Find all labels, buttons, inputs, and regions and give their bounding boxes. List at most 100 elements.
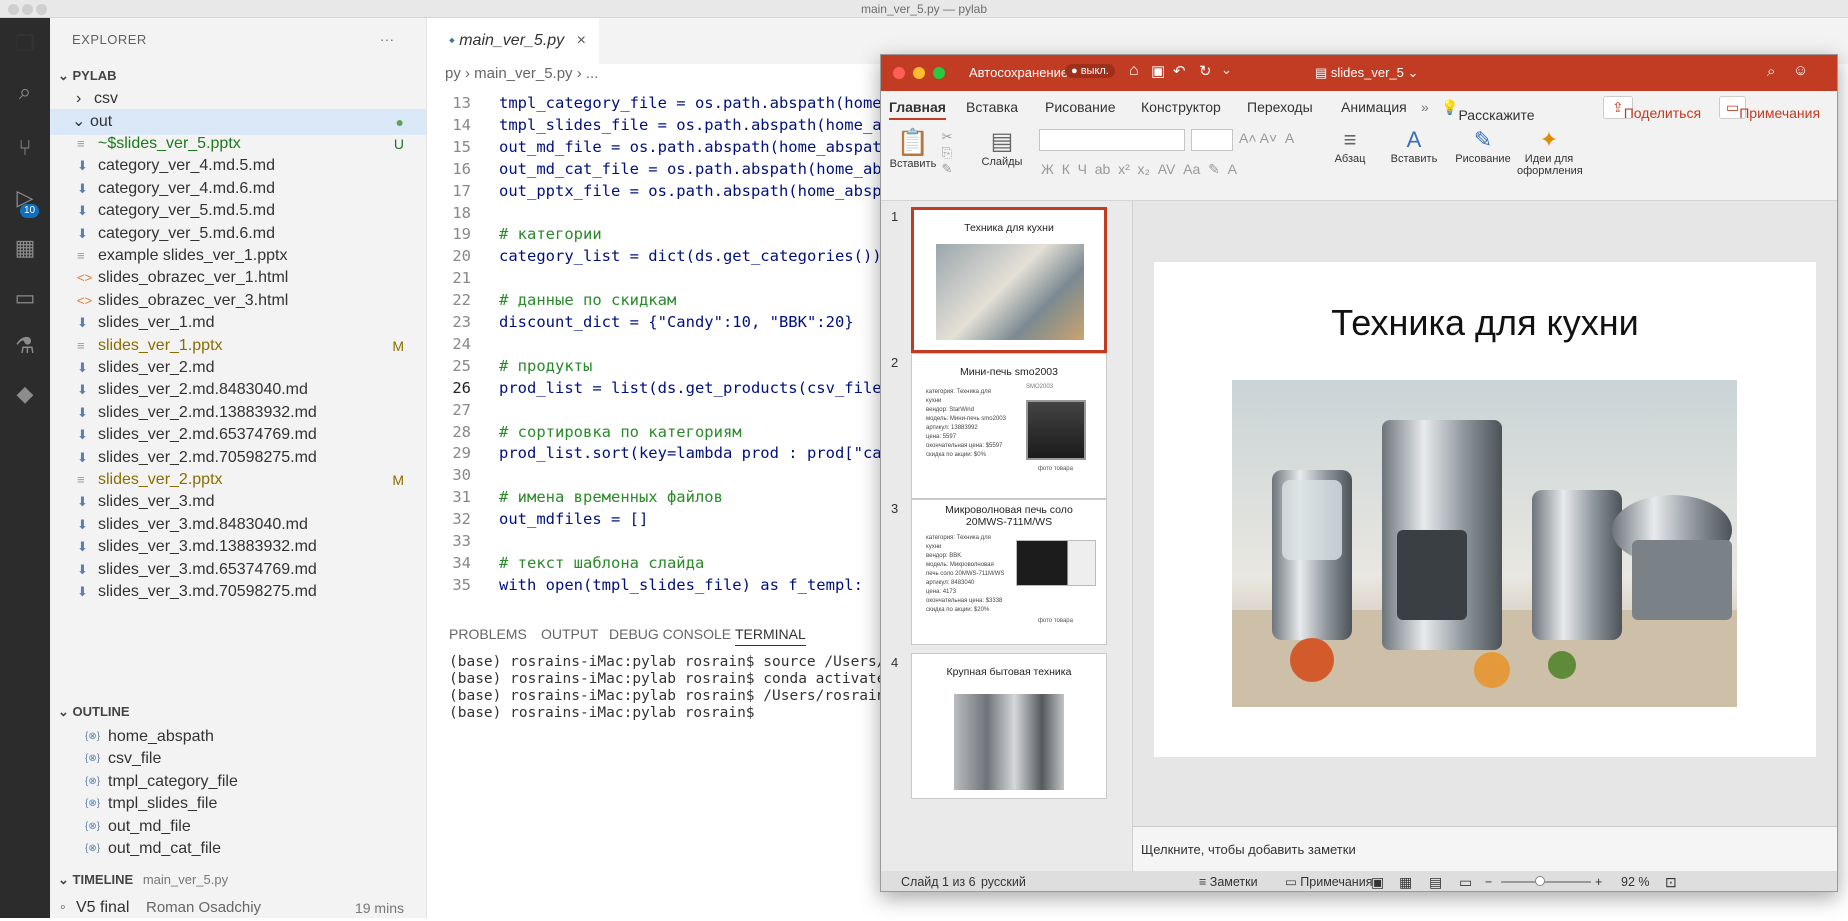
- code-line: 25 # продукты: [427, 355, 592, 377]
- zoom-slider-thumb[interactable]: [1535, 876, 1545, 886]
- slides-button[interactable]: ▤ Слайды: [977, 127, 1027, 168]
- line-number: 16: [452, 159, 471, 178]
- files-icon[interactable]: ❐: [5, 24, 45, 64]
- paste-button[interactable]: 📋 Вставить: [889, 127, 937, 170]
- notes-pane[interactable]: Щелкните, чтобы добавить заметки: [1133, 826, 1837, 871]
- normal-view-icon[interactable]: ▣: [1371, 871, 1384, 891]
- paragraph-label: Абзац: [1334, 153, 1366, 165]
- slide-sorter-icon[interactable]: ▦: [1399, 871, 1412, 891]
- close-icon[interactable]: ×: [577, 32, 586, 49]
- timeline-entry[interactable]: ◦ V5 final Roman Osadchiy 19 mins: [50, 895, 426, 921]
- code-text: prod_list.sort(key=lambda prod : prod["c…: [499, 444, 897, 463]
- tell-me[interactable]: 💡 Расскажите: [1441, 99, 1535, 123]
- code-line: 32 out_mdfiles = []: [427, 508, 648, 530]
- project-header[interactable]: ⌄ PYLAB: [58, 68, 117, 84]
- zoom-out-icon[interactable]: −: [1485, 871, 1492, 891]
- search-icon[interactable]: ⌕: [1767, 63, 1775, 80]
- timeline-header[interactable]: ⌄ TIMELINE main_ver_5.py: [58, 872, 228, 888]
- account-icon[interactable]: ☺: [1793, 62, 1808, 79]
- fit-to-window-icon[interactable]: ⊡: [1665, 871, 1677, 891]
- ppt-close-button[interactable]: [893, 67, 905, 79]
- source-control-icon[interactable]: ⑂: [5, 128, 45, 168]
- paragraph-button[interactable]: ≡ Абзац: [1327, 127, 1373, 165]
- line-number: 17: [452, 181, 471, 200]
- share-button[interactable]: ⇪ Поделиться: [1603, 96, 1701, 121]
- terminal-line: (base) rosrains-iMac:pylab rosrain$ sour…: [449, 654, 921, 670]
- run-debug-icon[interactable]: ▷: [5, 178, 45, 218]
- line-number: 22: [452, 291, 471, 310]
- testing-icon[interactable]: ⚗: [5, 326, 45, 366]
- home-icon[interactable]: ⌂: [1129, 62, 1139, 80]
- slide-title[interactable]: Техника для кухни: [1154, 302, 1816, 344]
- font-size-controls[interactable]: A˄ A˅ A: [1239, 130, 1294, 146]
- zoom-level[interactable]: 92 %: [1621, 871, 1650, 891]
- ppt-zoom-button[interactable]: [933, 67, 945, 79]
- undo-icon[interactable]: ↶: [1173, 62, 1186, 80]
- tab-main-ver-5[interactable]: ⬩ main_ver_5.py ×: [427, 18, 599, 64]
- panel-tab[interactable]: DEBUG CONSOLE: [609, 626, 731, 642]
- document-title[interactable]: ▤ slides_ver_5 ⌄: [1315, 65, 1418, 81]
- code-editor[interactable]: 13 tmpl_category_file = os.path.abspath(h…: [427, 92, 897, 612]
- clipboard-tools[interactable]: ✂ ⎘ ✎: [937, 129, 957, 177]
- font-format-controls[interactable]: Ж К Ч ab x² x₂ AV Aa ✎ A: [1041, 161, 1237, 178]
- close-dot[interactable]: [8, 4, 19, 15]
- minimize-dot[interactable]: [22, 4, 33, 15]
- breadcrumb[interactable]: py › main_ver_5.py › ...: [445, 65, 598, 82]
- font-family-select[interactable]: [1039, 129, 1185, 151]
- python-icon[interactable]: ◆: [5, 374, 45, 414]
- tab-insert[interactable]: Вставка: [966, 99, 1018, 115]
- remote-explorer-icon[interactable]: ▭: [5, 278, 45, 318]
- drawing-button[interactable]: ✎ Рисование: [1451, 127, 1515, 165]
- insert-button[interactable]: A Вставить: [1385, 127, 1443, 165]
- code-text: category_list = dict(ds.get_categories()…: [499, 247, 882, 266]
- tab-animations[interactable]: Анимация: [1341, 99, 1407, 115]
- line-number: 15: [452, 137, 471, 156]
- comments-toggle[interactable]: ▭ Примечания: [1285, 871, 1372, 891]
- slideshow-icon[interactable]: ▭: [1459, 871, 1472, 891]
- zoom-in-icon[interactable]: +: [1595, 871, 1602, 891]
- save-icon[interactable]: ▣: [1151, 62, 1165, 80]
- slide-thumb-3[interactable]: Микроволновая печь соло 20MWS-711M/WS ка…: [911, 499, 1107, 645]
- code-text: # текст шаблона слайда: [499, 553, 705, 572]
- autosave-toggle[interactable]: ● выкл.: [1065, 64, 1115, 78]
- panel-tab[interactable]: PROBLEMS: [449, 626, 527, 642]
- design-ideas-button[interactable]: ✦ Идеи для оформления: [1517, 127, 1583, 177]
- panel-tab[interactable]: TERMINAL: [735, 626, 806, 646]
- timeline-commit: V5 final: [76, 899, 130, 916]
- terminal-line: (base) rosrains-iMac:pylab rosrain$ /Use…: [449, 688, 921, 704]
- more-actions-icon[interactable]: ···: [380, 32, 395, 47]
- line-number: 20: [452, 247, 471, 266]
- product-caption: SMO2003: [1026, 384, 1054, 390]
- panel-tab[interactable]: OUTPUT: [541, 626, 599, 642]
- zoom-slider[interactable]: [1501, 881, 1591, 883]
- code-text: # категории: [499, 225, 602, 244]
- code-line: 20 category_list = dict(ds.get_categories…: [427, 245, 882, 267]
- tab-design[interactable]: Конструктор: [1141, 99, 1221, 115]
- outline-item[interactable]: {⊗} out_md_cat_file: [50, 836, 426, 862]
- slide-thumb-1[interactable]: Техника для кухни: [911, 207, 1107, 353]
- ppt-minimize-button[interactable]: [913, 67, 925, 79]
- reading-view-icon[interactable]: ▤: [1429, 871, 1442, 891]
- comments-button[interactable]: ▭ Примечания: [1719, 96, 1820, 121]
- outline-header[interactable]: ⌄ OUTLINE: [58, 704, 130, 720]
- code-line: 18: [427, 202, 499, 224]
- slide-thumb-4[interactable]: Крупная бытовая техника: [911, 653, 1107, 799]
- tab-transitions[interactable]: Переходы: [1247, 99, 1313, 115]
- redo-icon[interactable]: ↻: [1199, 62, 1212, 80]
- tab-draw[interactable]: Рисование: [1045, 99, 1116, 115]
- slide-thumb-2[interactable]: Мини-печь smo2003 категория: Техника для…: [911, 353, 1107, 499]
- font-size-select[interactable]: [1191, 129, 1233, 151]
- file-row[interactable]: ⬇ slides_ver_3.md.70598275.md: [50, 579, 426, 605]
- code-line: 14 tmpl_slides_file = os.path.abspath(hom…: [427, 114, 897, 136]
- kitchen-appliances-photo[interactable]: [1232, 380, 1737, 707]
- zoom-dot[interactable]: [36, 4, 47, 15]
- customize-icon[interactable]: ⌄: [1221, 62, 1232, 78]
- tab-home[interactable]: Главная: [889, 99, 946, 120]
- more-tabs-icon[interactable]: »: [1421, 99, 1429, 115]
- search-icon[interactable]: ⌕: [5, 72, 45, 112]
- terminal-output[interactable]: (base) rosrains-iMac:pylab rosrain$ sour…: [449, 654, 920, 722]
- extensions-icon[interactable]: ▦: [5, 228, 45, 268]
- current-slide[interactable]: Техника для кухни: [1154, 262, 1816, 757]
- language[interactable]: русский: [981, 871, 1026, 891]
- notes-toggle[interactable]: ≡ Заметки: [1199, 871, 1258, 891]
